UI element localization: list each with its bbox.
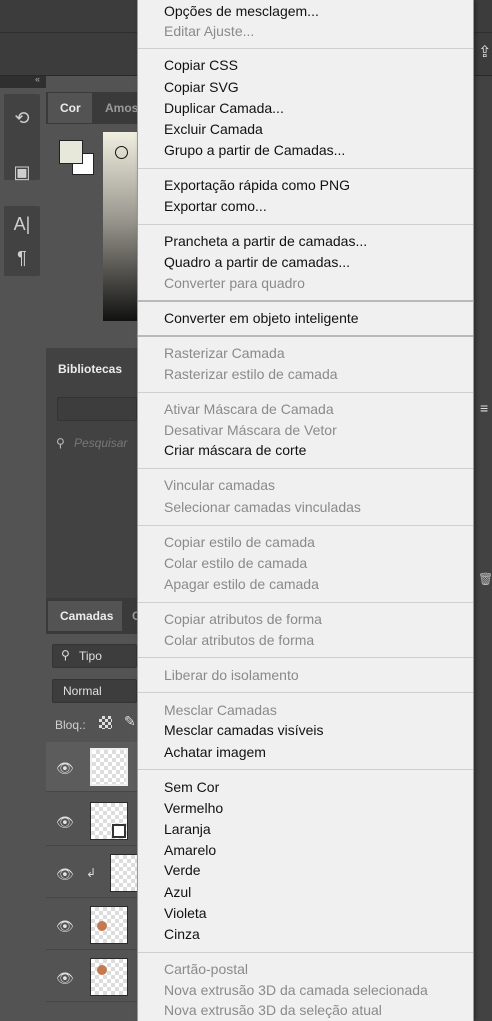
tab-swatches[interactable]: Amos (105, 93, 137, 123)
tab-layers[interactable]: Camadas (48, 601, 122, 631)
layer-thumbnail (110, 854, 138, 892)
right-panel-strip (474, 76, 492, 1021)
share-icon[interactable]: ⇪ (478, 42, 491, 62)
blend-mode-select[interactable]: Normal (52, 679, 137, 703)
layer-thumbnail (90, 958, 128, 996)
menu-item-postcard[interactable]: Cartão-postal (164, 959, 248, 980)
menu-separator (138, 48, 473, 49)
menu-item-color-violet[interactable]: Violeta (164, 903, 207, 924)
menu-item-export-as[interactable]: Exportar como... (164, 196, 267, 217)
menu-item-3d-extrusion-from-layer[interactable]: Nova extrusão 3D da camada selecionada (164, 980, 428, 1001)
menu-item-clear-layer-style[interactable]: Apagar estilo de camada (164, 574, 319, 595)
eye-icon[interactable]: 👁 (56, 866, 74, 883)
menu-separator (138, 468, 473, 469)
menu-item-color-red[interactable]: Vermelho (164, 798, 223, 819)
menu-separator (138, 952, 473, 953)
menu-item-color-blue[interactable]: Azul (164, 882, 191, 903)
paragraph-panel-icon[interactable]: ¶ (8, 246, 36, 270)
tools-panel: ⟲ ▣ A| ¶ (0, 88, 46, 1021)
menu-item-copy-shape-attributes[interactable]: Copiar atributos de forma (164, 609, 322, 630)
color-picker-field[interactable] (103, 132, 137, 321)
menu-separator (138, 335, 473, 337)
menu-item-select-linked-layers[interactable]: Selecionar camadas vinculadas (164, 497, 361, 518)
panel-menu-icon[interactable]: ≡ (480, 400, 488, 416)
menu-separator (138, 392, 473, 393)
3d-object-tool-icon[interactable]: ▣ (8, 160, 36, 184)
menu-item-merge-layers[interactable]: Mesclar Camadas (164, 700, 277, 721)
menu-item-copy-layer-style[interactable]: Copiar estilo de camada (164, 532, 315, 553)
menu-item-frame-from-layers[interactable]: Quadro a partir de camadas... (164, 252, 350, 273)
search-icon: ⚲ (56, 436, 65, 450)
menu-item-link-layers[interactable]: Vincular camadas (164, 475, 275, 496)
libraries-dropdown[interactable] (57, 397, 137, 421)
layer-content-dot (97, 921, 107, 931)
menu-item-rasterize-layer-style[interactable]: Rasterizar estilo de camada (164, 364, 338, 385)
menu-item-paste-shape-attributes[interactable]: Colar atributos de forma (164, 630, 314, 651)
menu-item-copy-svg[interactable]: Copiar SVG (164, 77, 239, 98)
eye-icon[interactable]: 👁 (56, 760, 74, 777)
layer-row[interactable]: 👁 (46, 796, 138, 846)
eye-icon[interactable]: 👁 (56, 814, 74, 831)
layer-row[interactable]: 👁 ↲ (46, 848, 138, 898)
eye-icon[interactable]: 👁 (56, 970, 74, 987)
menu-item-blending-options[interactable]: Opções de mesclagem... (164, 1, 319, 22)
layer-content-dot (97, 965, 107, 975)
tab-color[interactable]: Cor (48, 93, 92, 123)
menu-item-delete-layer[interactable]: Excluir Camada (164, 119, 263, 140)
lock-image-pixels-icon[interactable]: ✎ (124, 713, 136, 730)
lock-transparent-pixels-icon[interactable] (99, 716, 112, 729)
menu-item-copy-css[interactable]: Copiar CSS (164, 55, 238, 76)
menu-item-paste-layer-style[interactable]: Colar estilo de camada (164, 553, 307, 574)
trash-icon[interactable]: 🗑 (478, 572, 492, 586)
foreground-color-swatch[interactable] (59, 140, 83, 164)
clipping-arrow-icon: ↲ (86, 866, 97, 880)
menu-separator (138, 300, 473, 302)
eye-icon[interactable]: 👁 (56, 918, 74, 935)
menu-item-create-clipping-mask[interactable]: Criar máscara de corte (164, 440, 306, 461)
layer-row[interactable]: 👁 (46, 900, 138, 950)
layer-thumbnail (90, 748, 128, 786)
menu-item-duplicate-layer[interactable]: Duplicar Camada... (164, 98, 284, 119)
menu-item-rasterize-layer[interactable]: Rasterizar Camada (164, 343, 285, 364)
menu-separator (138, 769, 473, 770)
layer-row[interactable]: 👁 (46, 742, 138, 792)
menu-item-release-from-isolation[interactable]: Liberar do isolamento (164, 665, 299, 686)
tab-libraries[interactable]: Bibliotecas (46, 354, 137, 384)
menu-item-3d-extrusion-from-selection[interactable]: Nova extrusão 3D da seleção atual (164, 1000, 382, 1021)
menu-separator (138, 224, 473, 225)
menu-separator (138, 657, 473, 658)
character-panel-icon[interactable]: A| (8, 212, 36, 236)
menu-item-color-yellow[interactable]: Amarelo (164, 840, 216, 861)
toolbar-collapse-bar[interactable]: « (0, 74, 46, 88)
layer-context-menu: Opções de mesclagem... Editar Ajuste... … (137, 0, 474, 1021)
menu-item-color-gray[interactable]: Cinza (164, 924, 200, 945)
menu-separator (138, 168, 473, 169)
libraries-search-input[interactable]: Pesquisar (74, 436, 127, 450)
menu-separator (138, 525, 473, 526)
menu-item-convert-to-frame[interactable]: Converter para quadro (164, 273, 305, 294)
lock-label: Bloq.: (55, 718, 86, 732)
smart-object-badge-icon (112, 824, 126, 838)
layer-thumbnail (90, 906, 128, 944)
collapse-arrows-icon[interactable]: « (35, 74, 40, 84)
menu-item-merge-visible[interactable]: Mesclar camadas visíveis (164, 720, 324, 741)
menu-item-color-none[interactable]: Sem Cor (164, 777, 219, 798)
menu-item-flatten-image[interactable]: Achatar imagem (164, 742, 266, 763)
menu-item-color-green[interactable]: Verde (164, 860, 201, 881)
menu-item-color-orange[interactable]: Laranja (164, 819, 211, 840)
menu-separator (138, 692, 473, 693)
search-icon: ⚲ (61, 648, 70, 662)
menu-item-disable-vector-mask[interactable]: Desativar Máscara de Vetor (164, 420, 337, 441)
menu-item-enable-layer-mask[interactable]: Ativar Máscara de Camada (164, 399, 334, 420)
menu-item-convert-to-smart-object[interactable]: Converter em objeto inteligente (164, 308, 359, 329)
menu-item-group-from-layers[interactable]: Grupo a partir de Camadas... (164, 140, 345, 161)
menu-separator (138, 602, 473, 603)
layer-row[interactable]: 👁 (46, 952, 138, 1002)
color-picker-cursor[interactable] (115, 146, 128, 159)
menu-item-edit-adjustment[interactable]: Editar Ajuste... (164, 21, 254, 42)
menu-item-artboard-from-layers[interactable]: Prancheta a partir de camadas... (164, 231, 367, 252)
history-brush-tool-icon[interactable]: ⟲ (8, 106, 36, 130)
libraries-panel (46, 348, 137, 598)
menu-item-quick-export-png[interactable]: Exportação rápida como PNG (164, 175, 350, 196)
